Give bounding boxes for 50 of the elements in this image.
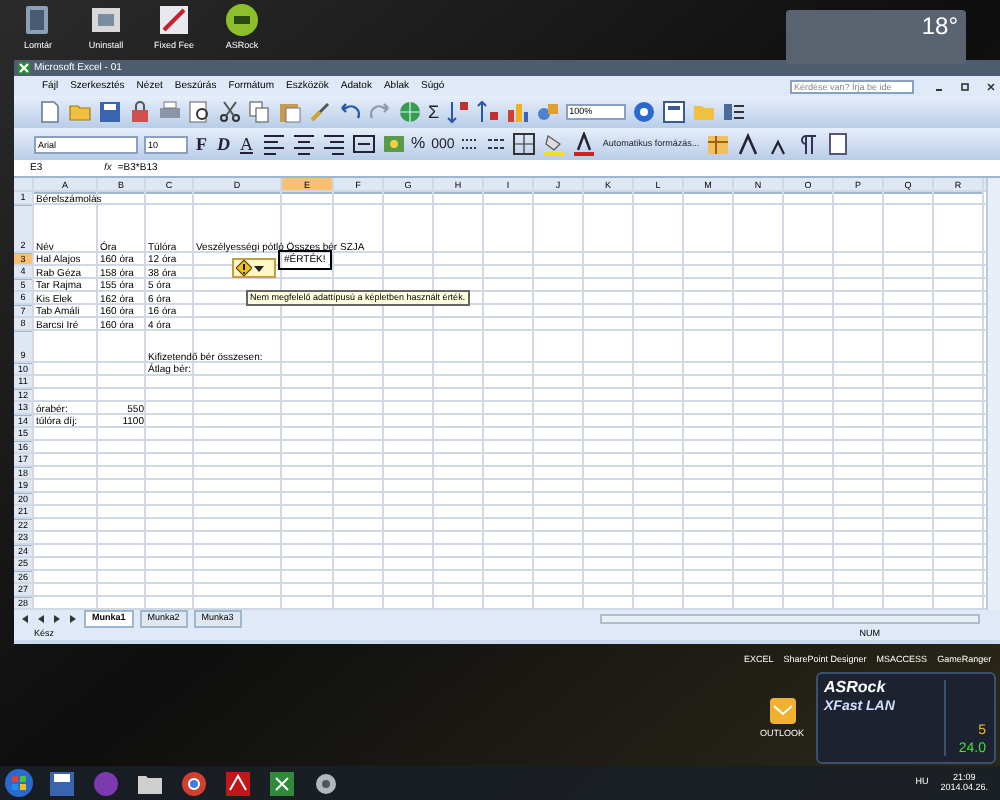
table-format-icon[interactable] (705, 132, 730, 156)
brush-icon[interactable] (308, 100, 332, 124)
horizontal-scrollbar[interactable] (600, 614, 980, 624)
merge-icon[interactable] (351, 132, 375, 156)
browser-icon[interactable] (178, 767, 210, 799)
decrease-decimal-icon[interactable] (486, 134, 507, 154)
clipboard-icon[interactable] (278, 100, 302, 124)
globe-icon[interactable] (398, 100, 422, 124)
scissors-icon[interactable] (218, 100, 242, 124)
sort-ascending-icon[interactable] (445, 100, 470, 124)
bar-chart-icon[interactable] (505, 100, 530, 124)
spreadsheet-icon[interactable] (266, 767, 298, 799)
next-sheet-icon[interactable] (52, 614, 62, 624)
sum-button[interactable]: Σ (428, 103, 440, 121)
window-icon[interactable] (661, 100, 686, 124)
increase-decimal-icon[interactable] (460, 134, 481, 154)
font-color-icon[interactable] (572, 132, 597, 156)
close-icon[interactable] (986, 81, 996, 91)
circle-icon[interactable] (90, 767, 122, 799)
save-icon[interactable] (98, 100, 122, 124)
widget-brand: ASRock (824, 680, 888, 696)
style-button[interactable]: F (194, 135, 209, 153)
align-center-icon[interactable] (291, 132, 315, 156)
style-button[interactable]: A (238, 135, 255, 153)
disc-icon[interactable] (224, 2, 260, 38)
paragraph-icon[interactable] (795, 132, 820, 156)
warning-icon[interactable] (236, 260, 252, 276)
error-smart-tag[interactable] (232, 258, 276, 278)
temperature: 18° (921, 14, 958, 38)
fill-bucket-icon[interactable] (542, 132, 567, 156)
magnifier-page-icon[interactable] (188, 100, 212, 124)
align-right-icon[interactable] (321, 132, 345, 156)
page-icon[interactable] (825, 132, 850, 156)
first-sheet-icon[interactable] (20, 614, 30, 624)
lock-icon[interactable] (128, 100, 152, 124)
percent-button[interactable]: % (411, 136, 426, 152)
sort-descending-icon[interactable] (475, 100, 500, 124)
list-icon[interactable] (721, 100, 746, 124)
caret-icon[interactable] (254, 263, 264, 273)
last-sheet-icon[interactable] (68, 614, 78, 624)
previous-sheet-icon[interactable] (36, 614, 46, 624)
vertical-scrollbar[interactable] (986, 178, 1000, 610)
envelope-icon[interactable] (767, 696, 797, 726)
document-icon[interactable] (156, 2, 192, 38)
style-button[interactable]: D (215, 135, 232, 153)
restore-icon[interactable] (960, 81, 970, 91)
borders-icon[interactable] (512, 132, 537, 156)
undo-icon[interactable] (338, 100, 362, 124)
start-orb-icon[interactable] (4, 768, 34, 798)
align-left-icon[interactable] (261, 132, 285, 156)
